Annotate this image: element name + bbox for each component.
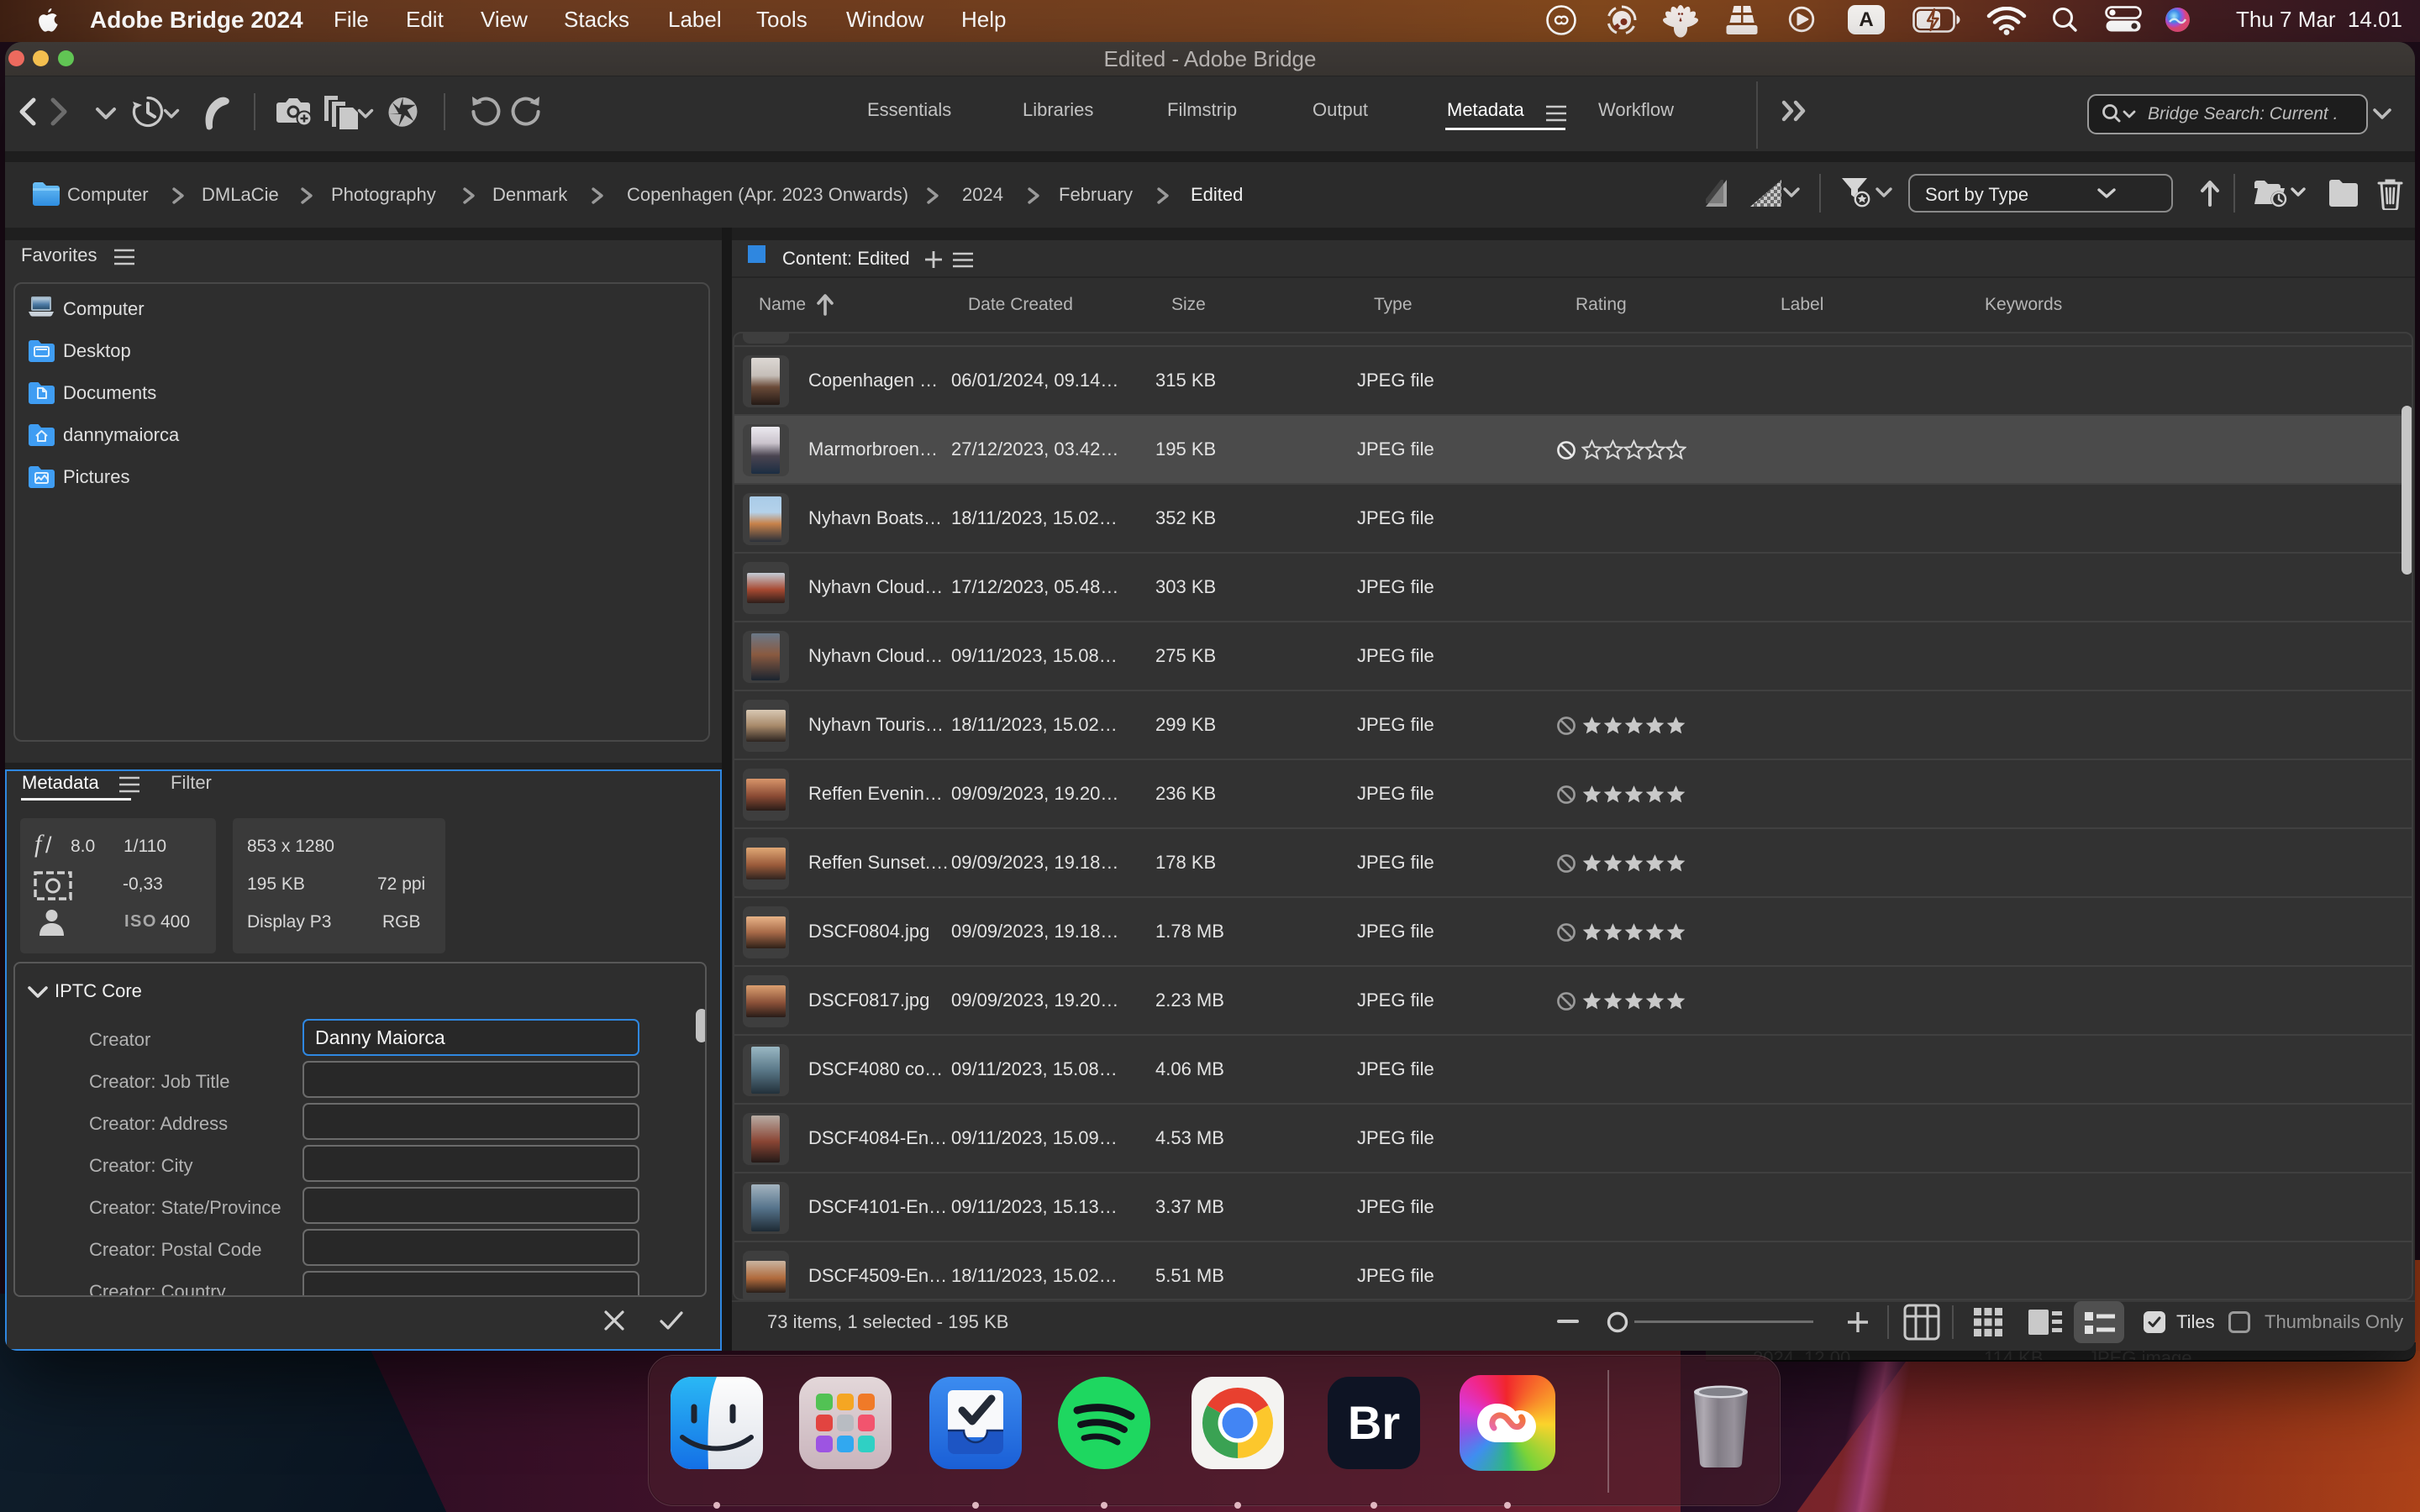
svg-text:Br: Br xyxy=(1348,1396,1400,1449)
